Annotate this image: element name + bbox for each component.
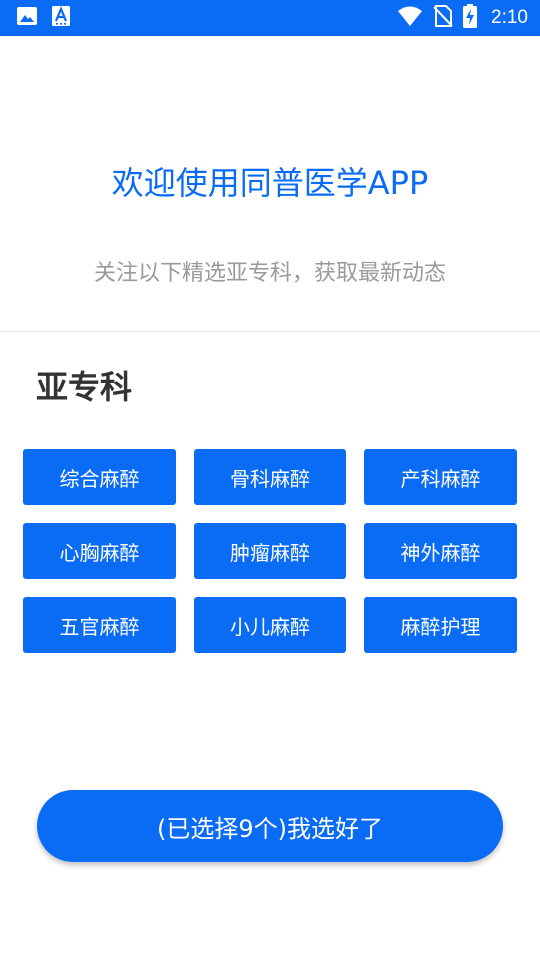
battery-charging-icon xyxy=(463,4,478,32)
subspecialty-chip-cardiothoracic[interactable]: 心胸麻醉 xyxy=(23,523,176,579)
status-bar: 2:10 xyxy=(0,0,540,36)
welcome-subtitle: 关注以下精选亚专科，获取最新动态 xyxy=(93,261,446,286)
image-icon xyxy=(16,5,38,31)
subspecialty-chip-general[interactable]: 综合麻醉 xyxy=(23,449,176,505)
welcome-title: 欢迎使用同普医学APP xyxy=(111,164,429,202)
text-a-icon xyxy=(52,5,70,31)
subspecialty-chip-pediatric[interactable]: 小儿麻醉 xyxy=(194,597,346,653)
subspecialty-chip-nursing[interactable]: 麻醉护理 xyxy=(364,597,517,653)
subspecialty-chip-neurosurgery[interactable]: 神外麻醉 xyxy=(364,523,517,579)
status-notifications xyxy=(16,6,70,30)
status-time: 2:10 xyxy=(491,7,528,28)
confirm-button[interactable]: (已选择9个)我选好了 xyxy=(37,790,503,862)
status-system: 2:10 xyxy=(397,4,528,32)
divider xyxy=(0,331,540,332)
no-sim-icon xyxy=(433,5,453,31)
subspecialty-chip-ent[interactable]: 五官麻醉 xyxy=(23,597,176,653)
subspecialty-chip-obstetric[interactable]: 产科麻醉 xyxy=(364,449,517,505)
subspecialty-chip-orthopedic[interactable]: 骨科麻醉 xyxy=(194,449,346,505)
wifi-icon xyxy=(397,5,423,31)
section-title: 亚专科 xyxy=(36,368,133,406)
subspecialty-grid: 综合麻醉 骨科麻醉 产科麻醉 心胸麻醉 肿瘤麻醉 神外麻醉 五官麻醉 小儿麻醉 … xyxy=(23,449,517,653)
subspecialty-chip-oncology[interactable]: 肿瘤麻醉 xyxy=(194,523,346,579)
